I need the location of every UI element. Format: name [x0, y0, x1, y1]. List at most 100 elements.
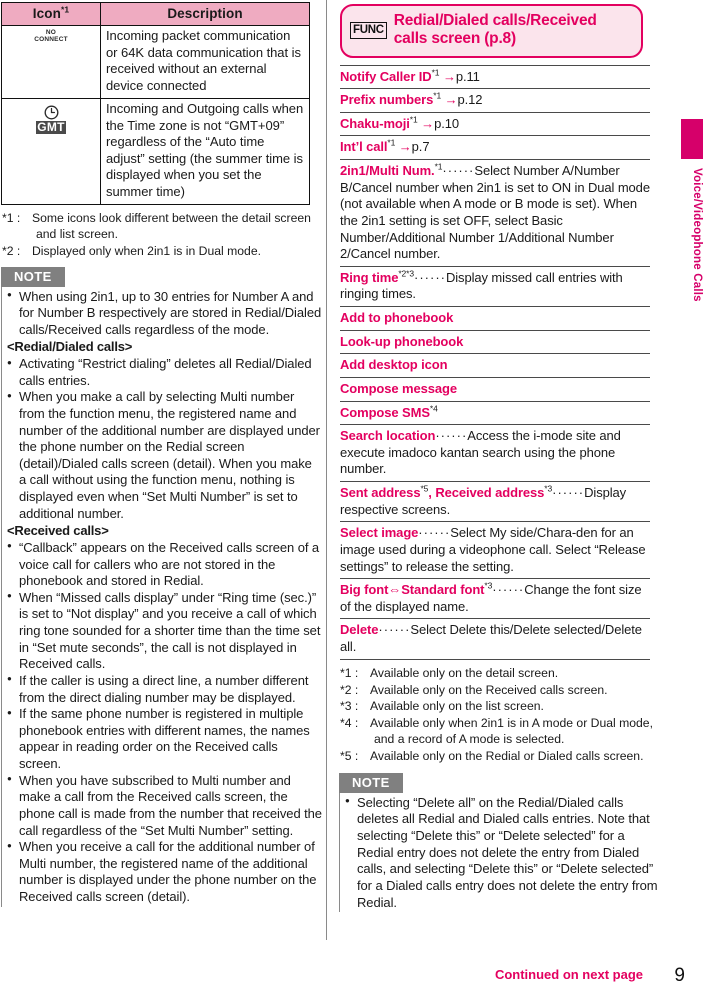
page-reference[interactable]: p.11 [456, 69, 480, 84]
function-menu-list: Notify Caller ID*1 →p.11 Prefix numbers*1… [340, 64, 650, 660]
left-footnotes: *1 : Some icons look different between th… [2, 211, 322, 260]
table-row: NO CONNECT Incoming packet communication … [1, 25, 310, 99]
func-header-title: Redial/Dialed calls/Received calls scree… [393, 12, 597, 48]
menu-item-label: Add desktop icon [340, 357, 448, 373]
footnote-line: *1 : Available only on the detail screen. [340, 666, 660, 682]
function-menu-item[interactable]: Select image······Select My side/Chara-d… [340, 521, 650, 578]
note-bullet-item: “Callback” appears on the Received calls… [7, 539, 322, 590]
menu-item-label-secondary: Standard font [401, 582, 485, 598]
function-menu-item[interactable]: Big font⇔Standard font*3······Change the… [340, 578, 650, 618]
function-menu-item[interactable]: Look-up phonebook [340, 329, 650, 354]
menu-item-label: Int’l call [340, 139, 388, 155]
menu-item-footnote-marker: *1 [409, 114, 418, 125]
right-note-block: NOTE Selecting “Delete all” on the Redia… [338, 772, 660, 913]
column-header-icon: Icon*1 [1, 2, 101, 26]
icon-cell-no-connect: NO CONNECT [1, 25, 101, 99]
footnote-line: *3 : Available only on the list screen. [340, 699, 660, 715]
footnote-line: *2 : Displayed only when 2in1 is in Dual … [2, 244, 322, 260]
page-number: 9 [674, 965, 685, 986]
menu-item-label: Notify Caller ID [340, 68, 432, 84]
menu-item-label: Sent address [340, 485, 421, 501]
leader-dots: ······ [552, 485, 585, 501]
left-column: Icon*1 Description NO CONNECT Incoming pa… [0, 0, 324, 907]
footnote-text: Available only on the list screen. [370, 699, 544, 714]
footnote-label: *1 : [340, 665, 359, 680]
no-connect-icon: NO CONNECT [34, 29, 68, 43]
menu-item-label: Compose message [340, 380, 457, 396]
func-header-box: FUNC Redial/Dialed calls/Received calls … [340, 4, 643, 58]
note-badge: NOTE [339, 772, 403, 793]
section-side-tab: Voice/Videophone Calls [679, 119, 703, 302]
icon-cell-gmt: GMT [1, 98, 101, 205]
footnote-label: *2 : [2, 243, 21, 258]
menu-item-label: Add to phonebook [340, 310, 454, 326]
footnote-text: Some icons look different between the de… [32, 211, 311, 241]
column-header-icon-label: Icon [32, 6, 61, 21]
page-reference[interactable]: p.7 [412, 139, 430, 154]
page-link-arrow-icon: → [395, 139, 412, 155]
function-menu-item[interactable]: Int’l call*1 →p.7 [340, 135, 650, 159]
func-key-icon: FUNC [350, 21, 387, 39]
menu-item-label: Ring time [340, 269, 399, 285]
footnote-label: *5 : [340, 748, 359, 763]
footnote-label: *4 : [340, 716, 359, 731]
footnote-text: Available only on the detail screen. [370, 665, 559, 680]
note-bullet-item: When you make a call by selecting Multi … [7, 389, 322, 522]
page-link-arrow-icon: → [439, 68, 456, 84]
clock-icon [44, 105, 58, 120]
footnote-line: *2 : Available only on the Received calls… [340, 683, 660, 699]
menu-item-label: Prefix numbers [340, 92, 434, 108]
function-menu-item[interactable]: Compose message [340, 376, 650, 401]
footnote-text: Displayed only when 2in1 is in Dual mode… [32, 243, 261, 258]
function-menu-item[interactable]: Sent address*5, Received address*3······… [340, 481, 650, 521]
function-menu-item[interactable]: Search location······Access the i-mode s… [340, 424, 650, 481]
function-menu-item[interactable]: 2in1/Multi Num.*1······Select Number A/N… [340, 159, 650, 266]
page-footer: Continued on next page 9 [0, 961, 703, 989]
leader-dots: ······ [418, 525, 451, 541]
menu-item-label: Search location [340, 428, 436, 444]
description-cell: Incoming and Outgoing calls when the Tim… [100, 98, 310, 205]
table-row: GMT Incoming and Outgoing calls when the… [1, 98, 310, 205]
note-bullet-item: When you receive a call for the addition… [7, 839, 322, 906]
leader-dots: ······ [492, 582, 525, 598]
footnote-text: Available only on the Received calls scr… [370, 682, 608, 697]
note-subheading: <Received calls> [7, 523, 109, 539]
side-tab-label: Voice/Videophone Calls [691, 168, 703, 302]
note-bullet-item: If the same phone number is registered i… [7, 706, 322, 773]
page-reference[interactable]: p.10 [434, 116, 459, 131]
note-subheading: <Redial/Dialed calls> [7, 339, 133, 355]
function-menu-item[interactable]: Ring time*2*3······Display missed call e… [340, 265, 650, 306]
continued-label: Continued on next page [494, 967, 643, 982]
note-bullet-item: Selecting “Delete all” on the Redial/Dia… [345, 794, 660, 911]
manual-page: Icon*1 Description NO CONNECT Incoming pa… [0, 0, 703, 995]
gmt-clock-icon: GMT [36, 104, 66, 135]
description-cell: Incoming packet communication or 64K dat… [100, 25, 310, 99]
note-item-list: Selecting “Delete all” on the Redial/Dia… [345, 794, 660, 911]
menu-item-footnote-marker: *1 [433, 90, 442, 101]
function-menu-item[interactable]: Prefix numbers*1 →p.12 [340, 88, 650, 112]
note-body: When using 2in1, up to 30 entries for Nu… [1, 286, 322, 907]
note-bullet-item: Activating “Restrict dialing” deletes al… [7, 356, 322, 389]
menu-item-label: Select image [340, 525, 419, 541]
table-header-row: Icon*1 Description [1, 2, 310, 26]
menu-item-label: Look-up phonebook [340, 333, 464, 349]
menu-item-footnote-marker: *2*3 [398, 268, 414, 279]
right-column: FUNC Redial/Dialed calls/Received calls … [326, 0, 660, 941]
function-menu-item[interactable]: Add to phonebook [340, 306, 650, 330]
footnote-line: *5 : Available only on the Redial or Dial… [340, 749, 660, 765]
menu-item-label: Compose SMS [340, 404, 430, 420]
leader-dots: ······ [435, 428, 468, 444]
footnote-text: Available only on the Redial or Dialed c… [370, 748, 644, 763]
function-menu-item[interactable]: Chaku-moji*1 →p.10 [340, 111, 650, 136]
leader-dots: ······ [414, 269, 446, 285]
menu-item-separator: ⇔ [388, 582, 402, 598]
function-menu-item[interactable]: Delete······Select Delete this/Delete se… [340, 618, 650, 660]
function-menu-item[interactable]: Add desktop icon [340, 353, 650, 377]
column-header-description: Description [100, 2, 310, 26]
function-menu-item[interactable]: Compose SMS*4 [340, 400, 650, 425]
function-menu-item[interactable]: Notify Caller ID*1 →p.11 [340, 64, 650, 89]
note-bullet-item: When you have subscribed to Multi number… [7, 772, 322, 840]
menu-item-label-secondary: Received address [435, 485, 545, 501]
page-link-arrow-icon: → [417, 115, 435, 131]
page-reference[interactable]: p.12 [458, 92, 483, 107]
